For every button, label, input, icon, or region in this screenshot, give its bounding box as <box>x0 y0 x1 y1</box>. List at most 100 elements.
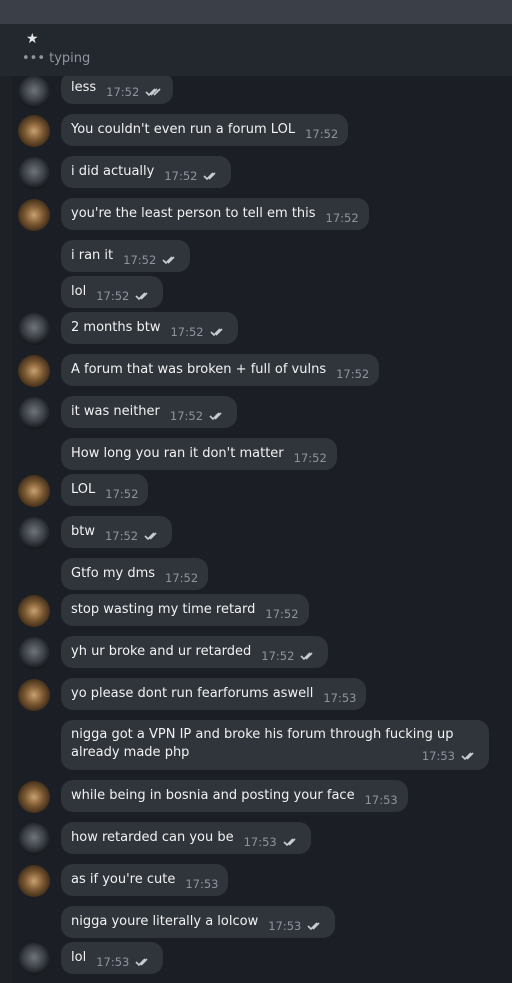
message-time: 17:52 <box>325 211 359 225</box>
message-time: 17:52 <box>106 85 140 99</box>
message-time: 17:53 <box>96 955 130 969</box>
avatar[interactable] <box>18 397 50 429</box>
message-text: while being in bosnia and posting your f… <box>71 788 355 803</box>
message-text: You couldn't even run a forum LOL <box>71 122 296 137</box>
message-bubble[interactable]: yh ur broke and ur retarded 17:52 <box>61 636 329 668</box>
message-text: lol <box>71 950 87 965</box>
avatar[interactable] <box>18 199 50 231</box>
message-time: 17:52 <box>123 253 157 267</box>
message-time: 17:52 <box>169 409 204 423</box>
message-time: 17:52 <box>261 649 295 663</box>
avatar[interactable] <box>18 679 50 711</box>
message-bubble[interactable]: while being in bosnia and posting your f… <box>61 780 408 812</box>
message-text: How long you ran it don't matter <box>71 446 284 461</box>
message-time: 17:53 <box>268 919 302 933</box>
message-time: 17:53 <box>364 793 398 807</box>
read-checkmark-icon <box>203 171 217 180</box>
message-bubble[interactable]: i ran it 17:52 <box>61 240 191 272</box>
message-time: 17:52 <box>105 487 139 501</box>
message-text: lol <box>71 284 87 299</box>
read-checkmark-icon <box>135 957 148 966</box>
message-time: 17:52 <box>104 529 139 543</box>
message-bubble[interactable]: A forum that was broken + full of vulns … <box>61 354 380 386</box>
read-checkmark-icon <box>307 921 320 930</box>
message-text: i ran it <box>71 248 114 263</box>
avatar[interactable] <box>18 517 50 549</box>
message-bubble[interactable]: how retarded can you be 17:53 <box>61 822 311 854</box>
message-bubble[interactable]: Gtfo my dms 17:52 <box>61 558 209 590</box>
message-time: 17:53 <box>421 749 455 763</box>
message-bubble[interactable]: you're the least person to tell em this … <box>61 198 369 230</box>
message-text: yo please dont run fearforums aswell <box>71 686 314 701</box>
avatar[interactable] <box>18 157 50 189</box>
message-bubble[interactable]: it was neither 17:52 <box>61 396 238 428</box>
message-text: it was neither <box>71 404 160 419</box>
message-bubble[interactable]: i did actually 17:52 <box>61 156 232 188</box>
avatar[interactable] <box>18 313 50 345</box>
message-bubble[interactable]: nigga youre literally a lolcow 17:53 <box>61 906 336 938</box>
message-text: as if you're cute <box>71 872 176 887</box>
read-checkmark-icon <box>461 752 474 761</box>
message-time: 17:53 <box>323 691 357 705</box>
message-time: 17:52 <box>96 289 130 303</box>
message-text: nigga got a VPN IP and broke his forum t… <box>71 727 454 760</box>
read-checkmark-icon <box>145 87 161 96</box>
message-time: 17:52 <box>164 169 198 183</box>
message-text: 2 months btw <box>71 320 161 335</box>
message-text: how retarded can you be <box>71 830 234 845</box>
message-bubble[interactable]: nigga got a VPN IP and broke his forum t… <box>61 720 489 770</box>
message-bubble[interactable]: less 17:52 <box>61 76 174 104</box>
message-bubble[interactable]: lol 17:52 <box>61 276 164 308</box>
message-list[interactable]: less 17:52 You couldn't even run a forum… <box>0 76 512 983</box>
read-checkmark-icon <box>144 531 157 540</box>
message-time: 17:52 <box>170 325 204 339</box>
message-time: 17:52 <box>293 451 327 465</box>
typing-indicator: ••• typing <box>22 51 91 66</box>
read-checkmark-icon <box>210 327 223 336</box>
message-time: 17:52 <box>336 367 370 381</box>
read-checkmark-icon <box>283 837 296 846</box>
avatar[interactable] <box>18 943 50 975</box>
message-text: LOL <box>71 482 96 497</box>
read-checkmark-icon <box>135 291 148 300</box>
avatar[interactable] <box>18 637 50 669</box>
window-top-strip <box>0 0 512 24</box>
avatar[interactable] <box>18 115 50 147</box>
message-bubble[interactable]: stop wasting my time retard 17:52 <box>61 594 309 626</box>
avatar[interactable] <box>18 865 50 897</box>
message-bubble[interactable]: You couldn't even run a forum LOL 17:52 <box>61 114 349 146</box>
read-checkmark-icon <box>300 651 314 660</box>
message-bubble[interactable]: yo please dont run fearforums aswell 17:… <box>61 678 367 710</box>
star-icon[interactable]: ★ <box>26 32 39 46</box>
message-bubble[interactable]: btw 17:52 <box>61 516 173 548</box>
message-text: you're the least person to tell em this <box>71 206 316 221</box>
message-bubble[interactable]: lol 17:53 <box>61 942 164 974</box>
left-edge <box>0 76 12 983</box>
message-meta: 17:53 <box>422 747 479 765</box>
read-checkmark-icon <box>162 255 175 264</box>
message-text: i did actually <box>71 164 155 179</box>
message-text: btw <box>71 524 95 539</box>
message-text: nigga youre literally a lolcow <box>71 914 259 929</box>
chat-header: ★ ••• typing <box>0 24 512 77</box>
message-time: 17:53 <box>185 877 219 891</box>
message-text: yh ur broke and ur retarded <box>71 644 252 659</box>
message-text: less <box>71 80 97 95</box>
message-bubble[interactable]: LOL 17:52 <box>61 474 149 506</box>
avatar[interactable] <box>18 823 50 855</box>
message-text: stop wasting my time retard <box>71 602 256 617</box>
avatar[interactable] <box>18 475 50 507</box>
message-bubble[interactable]: How long you ran it don't matter 17:52 <box>61 438 337 470</box>
message-time: 17:52 <box>165 571 199 585</box>
avatar[interactable] <box>18 76 50 108</box>
message-text: A forum that was broken + full of vulns <box>71 362 327 377</box>
message-time: 17:52 <box>265 607 299 621</box>
message-bubble[interactable]: as if you're cute 17:53 <box>61 864 229 896</box>
message-time: 17:52 <box>305 127 339 141</box>
avatar[interactable] <box>18 355 50 387</box>
avatar[interactable] <box>18 781 50 813</box>
message-text: Gtfo my dms <box>71 566 156 581</box>
read-checkmark-icon <box>209 411 222 420</box>
message-bubble[interactable]: 2 months btw 17:52 <box>61 312 238 344</box>
avatar[interactable] <box>18 595 50 627</box>
